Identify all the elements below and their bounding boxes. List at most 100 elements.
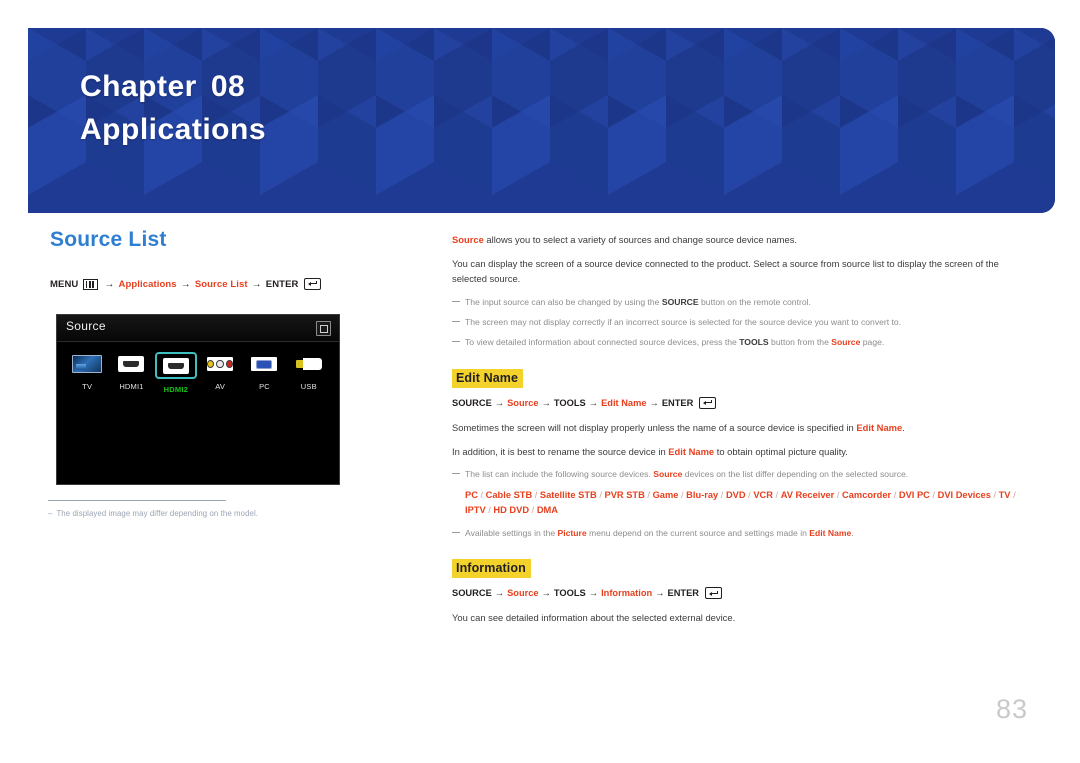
device-list-item: TV — [998, 490, 1011, 501]
edit-path-enter: ENTER — [661, 397, 694, 408]
intro-lead-rest: allows you to select a variety of source… — [483, 234, 797, 245]
edit-p2-red: Edit Name — [668, 445, 715, 457]
hdmi-port-icon — [162, 357, 189, 374]
pic-note-post: . — [851, 528, 854, 539]
source-item-hdmi1[interactable]: HDMI1 — [109, 352, 153, 394]
edit-path-edit-name[interactable]: Edit Name — [601, 398, 646, 408]
list-note-red: Source — [653, 469, 683, 480]
source-label-pc: PC — [259, 382, 270, 391]
note-3-post: page. — [860, 337, 885, 348]
edit-path-source-menu[interactable]: Source — [507, 398, 539, 408]
path-arrow-3: → — [251, 278, 262, 290]
pic-note-pre: Available settings in the — [465, 528, 558, 539]
device-list-item: VCR — [753, 490, 773, 501]
device-list-separator: / — [477, 490, 486, 501]
path-item-applications[interactable]: Applications — [118, 279, 176, 290]
pic-note-mid: menu depend on the current source and se… — [586, 528, 810, 539]
av-icon-wrap — [201, 352, 239, 376]
edit-p2-pre: In addition, it is best to rename the so… — [452, 445, 669, 457]
vga-pc-icon — [251, 357, 278, 371]
source-label-av: AV — [215, 382, 226, 391]
info-path-arrow-1: → — [494, 588, 505, 599]
source-item-pc[interactable]: PC — [242, 352, 286, 394]
edit-name-paragraph-2: In addition, it is best to rename the so… — [452, 444, 1022, 459]
source-item-tv[interactable]: TV — [65, 352, 109, 394]
usb-stick-icon — [295, 358, 322, 370]
source-item-av[interactable]: AV — [198, 352, 242, 394]
enter-return-icon — [705, 587, 723, 600]
edit-p1-pre: Sometimes the screen will not display pr… — [452, 421, 857, 433]
right-column: Source allows you to select a variety of… — [452, 232, 1022, 635]
info-path-enter: ENTER — [667, 588, 700, 599]
path-item-source-list[interactable]: Source List — [195, 279, 248, 290]
footnote-row: – The displayed image may differ dependi… — [48, 509, 408, 518]
enter-label: ENTER — [265, 278, 299, 290]
return-box-icon[interactable] — [316, 321, 331, 336]
source-item-usb[interactable]: USB — [287, 352, 331, 394]
intro-lead-term: Source — [452, 234, 484, 245]
source-label-tv: TV — [82, 382, 93, 391]
source-item-hdmi2[interactable]: HDMI2 — [154, 352, 198, 394]
device-list-item: Camcorder — [842, 490, 892, 501]
note-1-bold: SOURCE — [661, 296, 699, 307]
device-list-item: HD DVD — [493, 505, 530, 516]
info-path-source-menu[interactable]: Source — [507, 588, 539, 598]
page-number: 83 — [995, 694, 1028, 724]
note-3-red: Source — [831, 337, 861, 348]
enter-return-icon — [304, 278, 322, 290]
device-list-separator: / — [644, 490, 653, 501]
edit-path-source: SOURCE — [452, 397, 492, 408]
intro-paragraph-1: Source allows you to select a variety of… — [452, 232, 1022, 247]
device-list-separator: / — [596, 490, 605, 501]
note-source-button: The input source can also be changed by … — [452, 296, 1022, 309]
list-note-post: devices on the list differ depending on … — [682, 469, 909, 480]
left-column: Source List MENU → Applications → Source… — [50, 228, 410, 290]
edit-p1-post: . — [902, 421, 905, 433]
footnote-divider — [48, 500, 226, 501]
device-list-item: AV Receiver — [780, 490, 835, 501]
information-navigation-path: SOURCE → Source → TOOLS → Information → … — [452, 587, 1022, 600]
edit-name-navigation-path: SOURCE → Source → TOOLS → Edit Name → EN… — [452, 396, 1022, 409]
footnote-text: The displayed image may differ depending… — [56, 509, 259, 518]
tv-icon-wrap — [68, 352, 106, 376]
source-screen-title: Source — [66, 319, 106, 333]
note-3-bold: TOOLS — [739, 337, 769, 348]
device-list-separator: / — [678, 490, 687, 501]
note-3-pre: To view detailed information about conne… — [465, 337, 740, 348]
device-list-separator: / — [532, 490, 540, 501]
pic-note-red-2: Edit Name — [809, 528, 852, 539]
supported-device-list: PC / Cable STB / Satellite STB / PVR STB… — [452, 488, 1022, 518]
note-device-list-intro: The list can include the following sourc… — [452, 468, 1022, 481]
info-path-arrow-4: → — [655, 588, 665, 599]
source-label-hdmi2: HDMI2 — [163, 385, 188, 394]
device-list-item: DMA — [536, 505, 558, 516]
chapter-banner: Chapter 08 Applications — [28, 28, 1055, 213]
info-path-information[interactable]: Information — [601, 588, 652, 598]
note-incorrect-source: The screen may not display correctly if … — [452, 316, 1022, 329]
device-list-item: DVI PC — [898, 490, 930, 501]
note-tools-button: To view detailed information about conne… — [452, 336, 1022, 349]
chapter-number: 08 — [210, 70, 246, 103]
pic-note-red-1: Picture — [557, 528, 587, 539]
device-list-item: PVR STB — [604, 490, 645, 501]
image-footnote: – The displayed image may differ dependi… — [48, 500, 408, 518]
device-list-item: DVI Devices — [937, 490, 991, 501]
edit-path-arrow-1: → — [494, 397, 505, 408]
information-description: You can see detailed information about t… — [452, 612, 736, 624]
device-list-item: DVD — [725, 490, 746, 501]
menu-navigation-path: MENU → Applications → Source List → ENTE… — [50, 278, 410, 290]
section-heading-edit-name: Edit Name — [452, 368, 524, 388]
info-path-arrow-3: → — [588, 588, 599, 599]
source-label-hdmi1: HDMI1 — [119, 382, 144, 391]
info-path-source: SOURCE — [452, 588, 492, 599]
source-screen-mockup: Source TV HDMI1 HDMI2 AV PC USB — [56, 314, 340, 485]
section-heading-information: Information — [452, 559, 531, 579]
note-1-post: button on the remote control. — [698, 296, 811, 307]
edit-p1-red: Edit Name — [856, 421, 903, 433]
note-2-text: The screen may not display correctly if … — [465, 317, 902, 328]
device-list-item: IPTV — [465, 505, 486, 516]
menu-label: MENU — [50, 278, 79, 290]
device-list-separator: / — [929, 490, 938, 501]
list-note-pre: The list can include the following sourc… — [465, 469, 654, 480]
tv-icon — [72, 355, 103, 373]
